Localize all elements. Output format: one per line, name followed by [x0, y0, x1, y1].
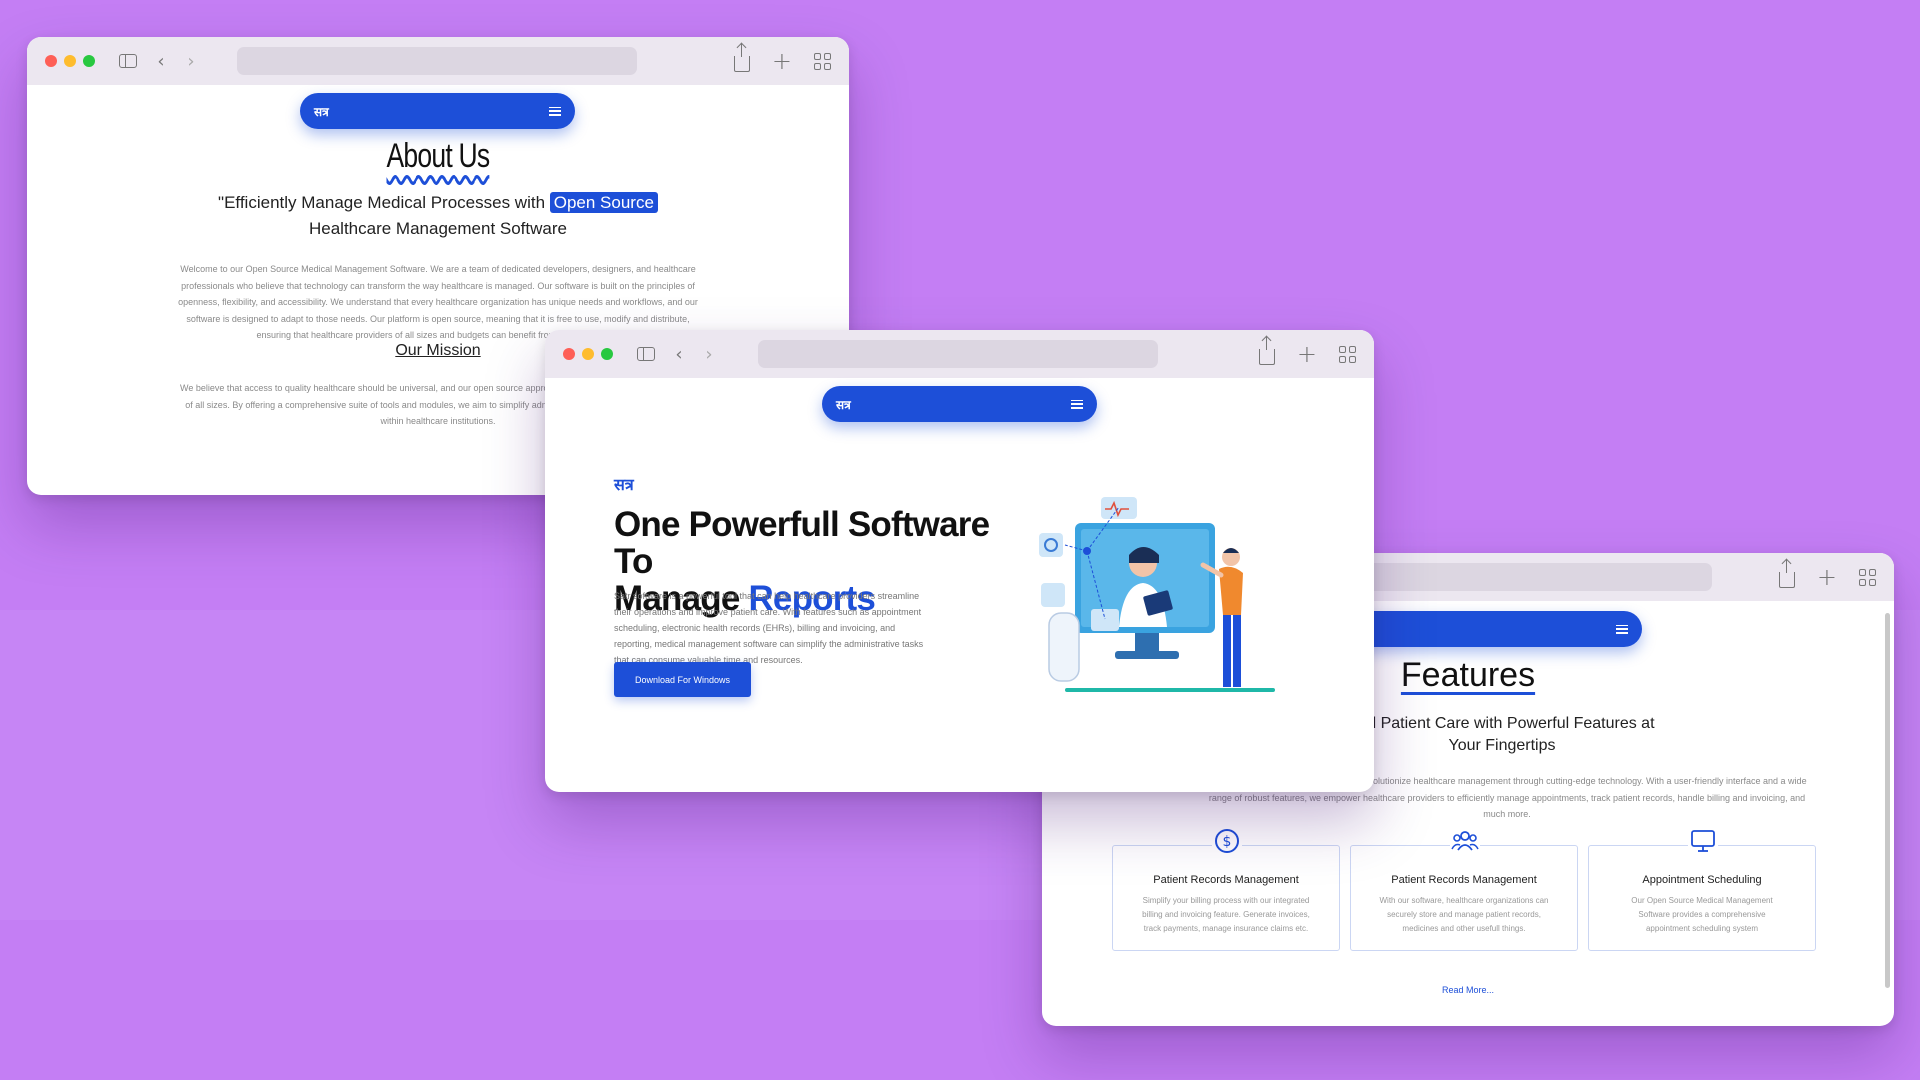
share-icon[interactable] [733, 44, 750, 72]
close-button[interactable] [45, 55, 57, 67]
close-button[interactable] [563, 348, 575, 360]
monitor-icon [1688, 826, 1718, 856]
feature-cards: $ Patient Records Management Simplify yo… [1112, 826, 1816, 951]
users-icon [1450, 826, 1480, 856]
tab-overview-icon[interactable] [1859, 568, 1876, 586]
svg-text:$: $ [1223, 834, 1232, 850]
feature-card[interactable]: Appointment Scheduling Our Open Source M… [1588, 826, 1816, 951]
minimize-button[interactable] [64, 55, 76, 67]
new-tab-icon[interactable]: + [1297, 342, 1317, 366]
hamburger-menu-icon[interactable] [1616, 624, 1628, 634]
read-more-link[interactable]: Read More... [1042, 985, 1894, 995]
minimize-button[interactable] [582, 348, 594, 360]
hero-description: Satr software is a powerful tool that ca… [614, 591, 924, 665]
site-navbar: सत्र [822, 386, 1097, 422]
zoom-button[interactable] [83, 55, 95, 67]
forward-arrow-icon[interactable]: › [703, 344, 715, 365]
brand-name: सत्र [614, 477, 634, 494]
window-controls [45, 55, 95, 67]
site-navbar: सत्र [300, 93, 575, 129]
card-text: Our Open Source Medical Management Softw… [1631, 896, 1773, 933]
feature-card[interactable]: Patient Records Management With our soft… [1350, 826, 1578, 951]
browser-toolbar: ‹ › + [545, 330, 1374, 378]
zoom-button[interactable] [601, 348, 613, 360]
tab-overview-icon[interactable] [814, 52, 831, 70]
address-bar[interactable] [237, 47, 637, 75]
page-subtitle: and Patient Care with Powerful Features … [1349, 715, 1655, 754]
doctor-illustration [1035, 493, 1290, 703]
share-icon[interactable] [1258, 337, 1275, 365]
new-tab-icon[interactable]: + [772, 49, 792, 73]
page-title: About Us [386, 137, 491, 175]
sidebar-toggle-icon[interactable] [637, 347, 655, 361]
forward-arrow-icon[interactable]: › [185, 51, 197, 72]
toolbar-actions: + [733, 37, 831, 85]
new-tab-icon[interactable]: + [1817, 565, 1837, 589]
browser-toolbar: ‹ › + [27, 37, 849, 85]
toolbar-actions: + [1258, 330, 1356, 378]
card-title: Appointment Scheduling [1642, 874, 1762, 886]
card-text: With our software, healthcare organizati… [1379, 896, 1549, 933]
share-icon[interactable] [1778, 560, 1795, 588]
card-title: Patient Records Management [1153, 874, 1299, 886]
page-subtitle: "Efficiently Manage Medical Processes wi… [207, 190, 669, 242]
tab-overview-icon[interactable] [1339, 345, 1356, 363]
site-logo[interactable]: सत्र [836, 396, 851, 413]
hamburger-menu-icon[interactable] [549, 106, 561, 116]
card-title: Patient Records Management [1391, 874, 1537, 886]
download-button[interactable]: Download For Windows [614, 662, 751, 697]
site-logo[interactable]: सत्र [314, 103, 329, 120]
address-bar[interactable] [758, 340, 1158, 368]
scrollbar[interactable] [1885, 613, 1890, 988]
window-controls [563, 348, 613, 360]
back-arrow-icon[interactable]: ‹ [673, 344, 685, 365]
subtitle-highlight: Open Source [549, 192, 658, 213]
browser-window-home: ‹ › + सत्र सत्र One Powerfull Software T… [545, 330, 1374, 792]
card-text: Simplify your billing process with our i… [1142, 896, 1310, 933]
dollar-circle-icon: $ [1212, 826, 1242, 856]
toolbar-actions: + [1778, 553, 1876, 601]
sidebar-toggle-icon[interactable] [119, 54, 137, 68]
feature-card[interactable]: $ Patient Records Management Simplify yo… [1112, 826, 1340, 951]
hamburger-menu-icon[interactable] [1071, 399, 1083, 409]
back-arrow-icon[interactable]: ‹ [155, 51, 167, 72]
